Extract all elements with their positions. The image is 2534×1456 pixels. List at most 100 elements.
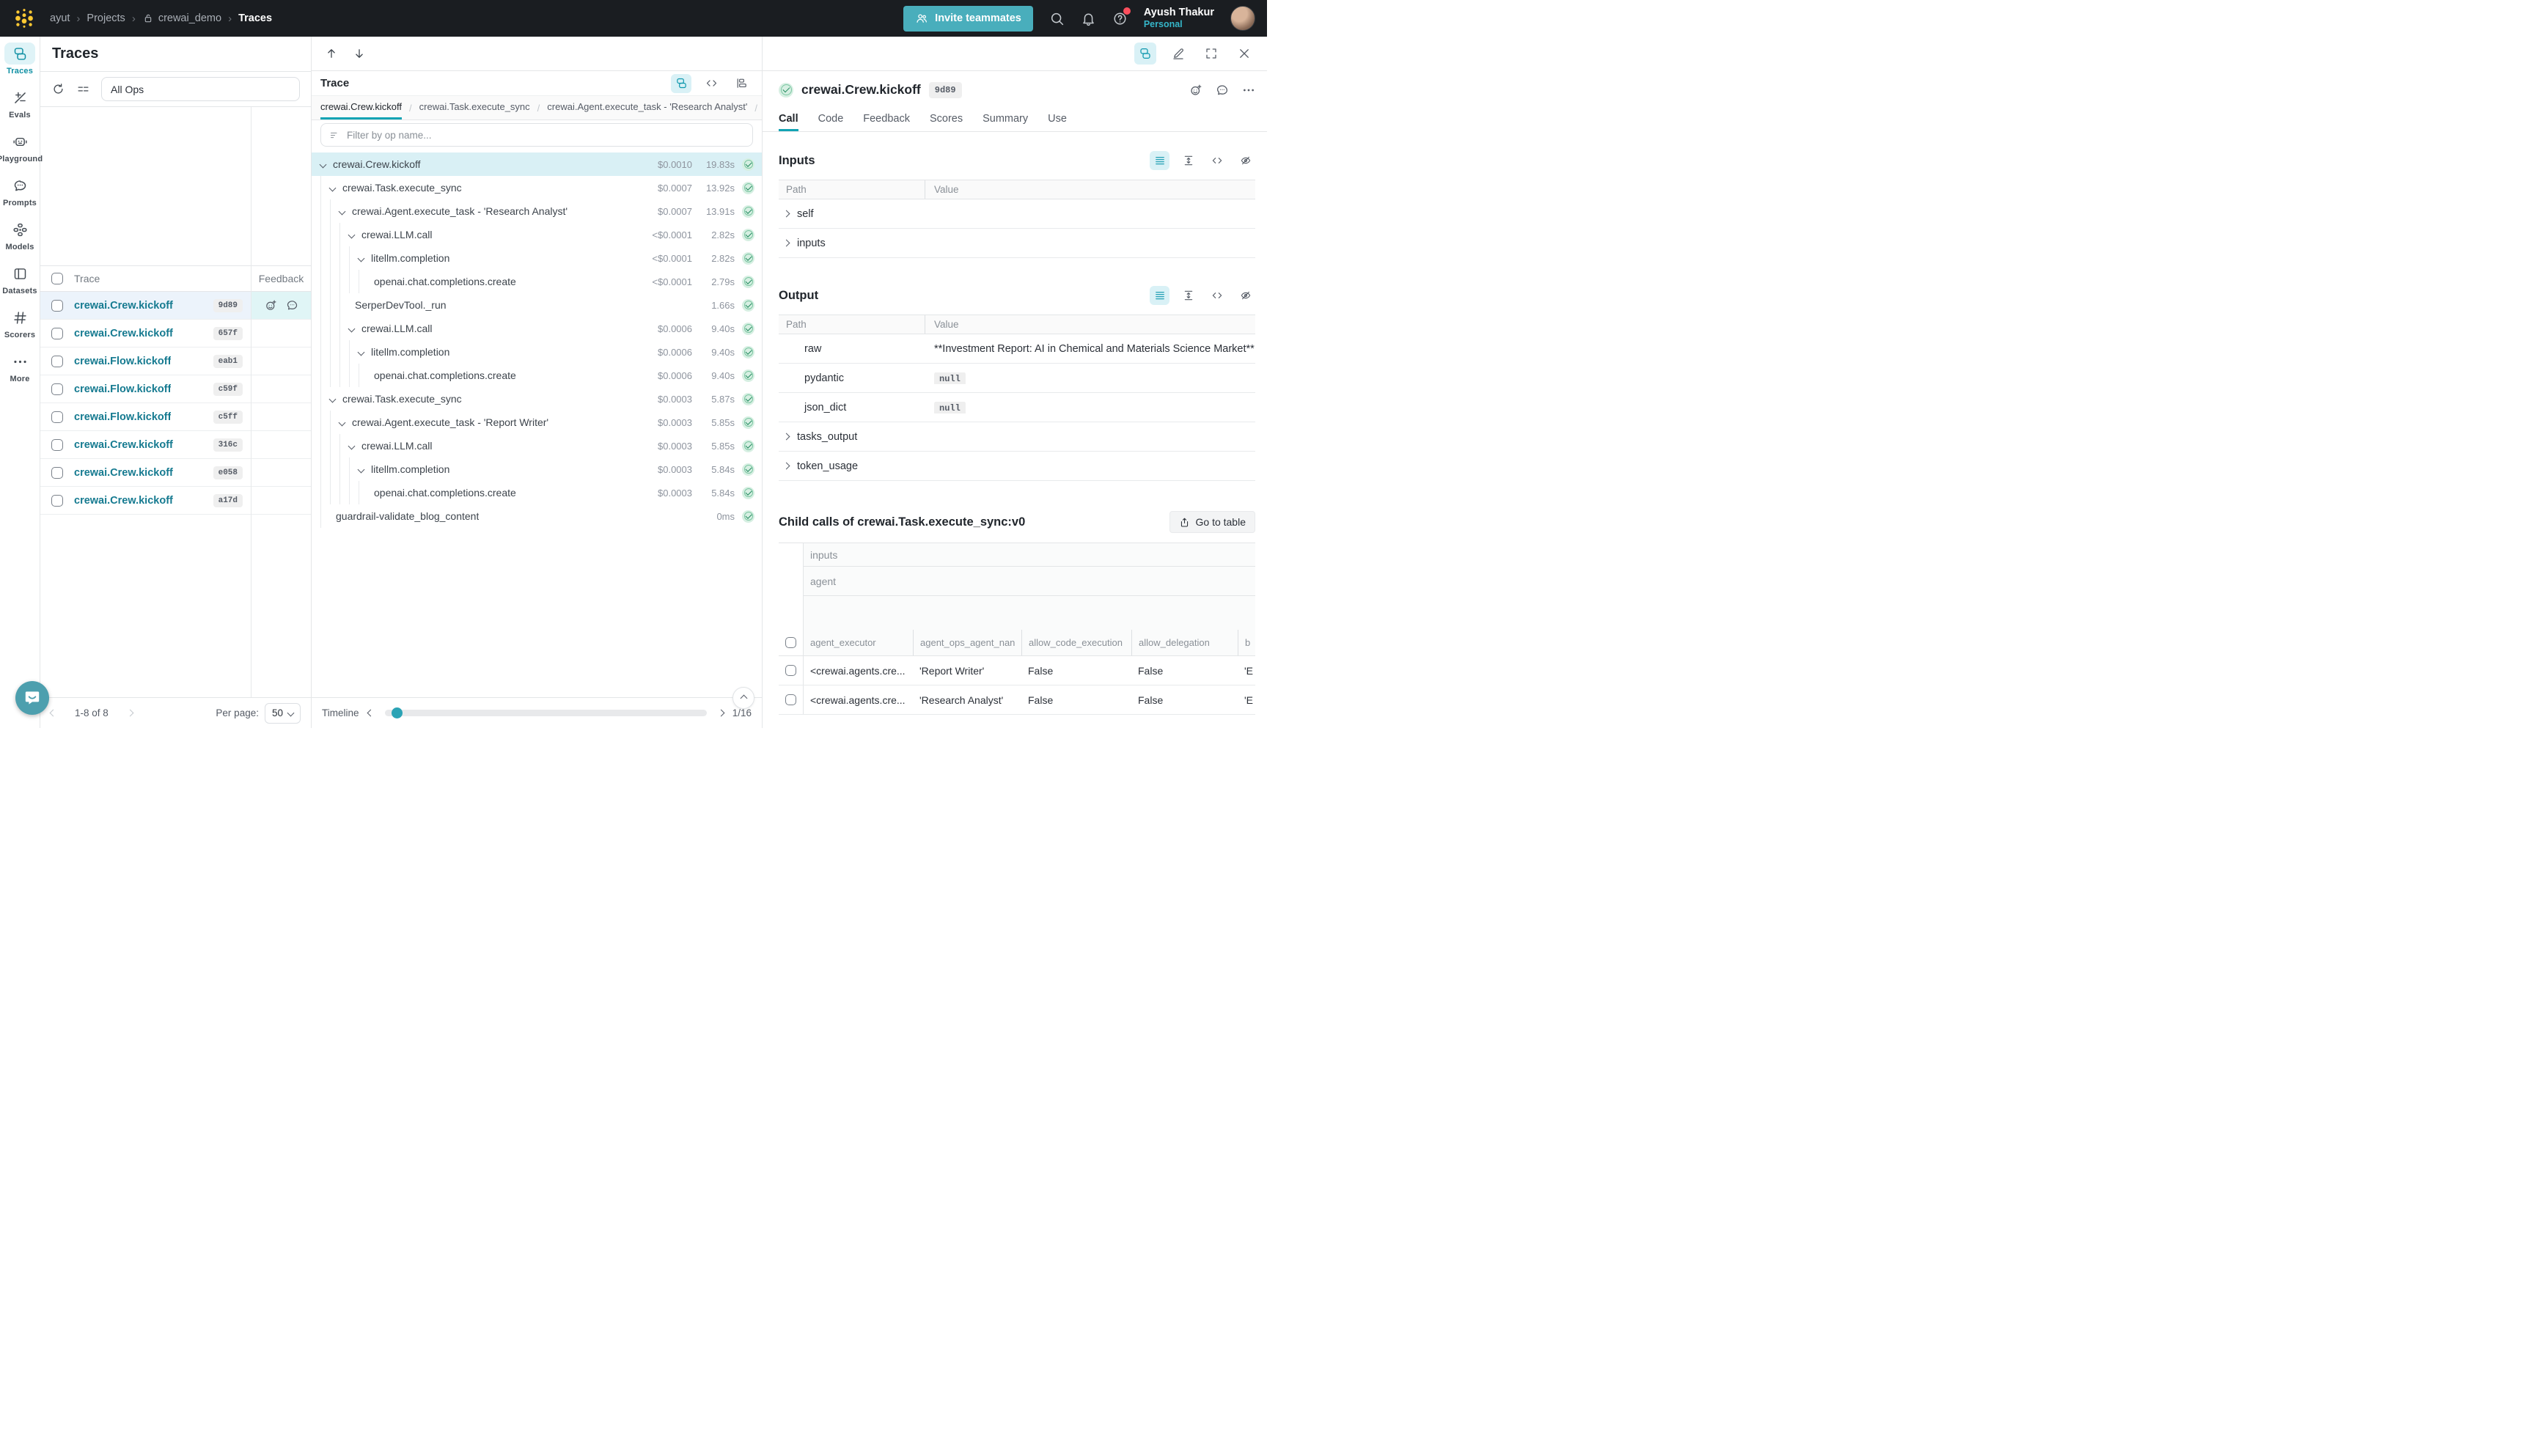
- support-chat-button[interactable]: [15, 681, 49, 715]
- chevron-right-icon[interactable]: [783, 433, 790, 441]
- column-header[interactable]: allow_delegation: [1131, 630, 1238, 655]
- tab-feedback[interactable]: Feedback: [863, 109, 910, 131]
- table-row[interactable]: crewai.Crew.kickoff657f: [40, 320, 311, 348]
- add-reaction-icon[interactable]: [265, 299, 277, 312]
- tab-summary[interactable]: Summary: [983, 109, 1028, 131]
- collapse-toggle[interactable]: [359, 467, 371, 472]
- tree-toggle-button[interactable]: [1134, 43, 1156, 65]
- flame-view-button[interactable]: [731, 74, 752, 93]
- table-row[interactable]: crewai.Flow.kickoffc5ff: [40, 403, 311, 431]
- trace-link[interactable]: crewai.Crew.kickoff: [74, 328, 173, 339]
- breadcrumb-item[interactable]: crewai_demo: [142, 12, 221, 24]
- tab-scores[interactable]: Scores: [930, 109, 963, 131]
- chevron-right-icon[interactable]: [783, 240, 790, 247]
- trace-tree-row[interactable]: openai.chat.completions.create$0.00035.8…: [312, 481, 762, 504]
- collapse-toggle[interactable]: [330, 397, 342, 402]
- collapse-toggle[interactable]: [330, 185, 342, 191]
- go-to-table-button[interactable]: Go to table: [1169, 511, 1256, 533]
- code-view-button[interactable]: [1207, 286, 1227, 305]
- sidebar-item-playground[interactable]: Playground: [0, 130, 40, 163]
- notifications-bell-icon[interactable]: [1081, 11, 1096, 26]
- trace-tree-row[interactable]: crewai.LLM.call$0.00069.40s: [312, 317, 762, 340]
- table-row[interactable]: <crewai.agents.cre...'Report Writer'Fals…: [779, 656, 1255, 685]
- breadcrumb-item[interactable]: Projects: [87, 12, 125, 24]
- arrow-up-icon[interactable]: [325, 47, 338, 60]
- row-checkbox[interactable]: [51, 383, 63, 395]
- ops-filter-dropdown[interactable]: All Ops: [101, 77, 300, 101]
- sidebar-item-datasets[interactable]: Datasets: [0, 262, 40, 295]
- trace-link[interactable]: crewai.Flow.kickoff: [74, 411, 171, 423]
- row-checkbox[interactable]: [51, 356, 63, 367]
- select-all-checkbox[interactable]: [785, 637, 796, 648]
- trace-tree-row[interactable]: crewai.Task.execute_sync$0.00035.87s: [312, 387, 762, 411]
- trace-tree-row[interactable]: openai.chat.completions.create$0.00069.4…: [312, 364, 762, 387]
- trace-tree-row[interactable]: litellm.completion$0.00069.40s: [312, 340, 762, 364]
- trace-tree-row[interactable]: openai.chat.completions.create<$0.00012.…: [312, 270, 762, 293]
- per-page-select[interactable]: 50: [265, 703, 301, 724]
- timeline-prev-icon[interactable]: [367, 710, 374, 717]
- wandb-logo-icon[interactable]: [12, 6, 37, 31]
- collapse-toggle[interactable]: [339, 209, 352, 214]
- breadcrumb-item[interactable]: ayut: [50, 12, 70, 24]
- add-reaction-icon[interactable]: [1189, 84, 1202, 97]
- trace-link[interactable]: crewai.Crew.kickoff: [74, 439, 173, 451]
- fullscreen-button[interactable]: [1200, 43, 1222, 65]
- table-row[interactable]: crewai.Flow.kickoffc59f: [40, 375, 311, 403]
- timeline-slider[interactable]: [385, 710, 707, 716]
- collapse-toggle[interactable]: [349, 326, 361, 331]
- trace-link[interactable]: crewai.Crew.kickoff: [74, 300, 173, 312]
- trace-tree-row[interactable]: crewai.LLM.call$0.00035.85s: [312, 434, 762, 457]
- table-row[interactable]: crewai.Crew.kickoff9d89: [40, 292, 311, 320]
- sidebar-item-more[interactable]: More: [0, 350, 40, 383]
- sidebar-item-models[interactable]: Models: [0, 218, 40, 251]
- more-options-icon[interactable]: [1242, 84, 1255, 97]
- sidebar-item-scorers[interactable]: Scorers: [0, 306, 40, 339]
- collapse-toggle[interactable]: [359, 350, 371, 355]
- trace-crumb-tab[interactable]: crewai.Crew.kickoff: [320, 96, 402, 120]
- comment-icon[interactable]: [286, 299, 298, 312]
- rows-view-button[interactable]: [1150, 151, 1169, 170]
- output-row[interactable]: raw**Investment Report: AI in Chemical a…: [779, 334, 1255, 364]
- trace-tree-row[interactable]: litellm.completion<$0.00012.82s: [312, 246, 762, 270]
- breadcrumb-item[interactable]: Traces: [238, 12, 272, 24]
- trace-tree-row[interactable]: crewai.Agent.execute_task - 'Report Writ…: [312, 411, 762, 434]
- column-header[interactable]: agent_executor: [804, 630, 913, 655]
- sidebar-item-evals[interactable]: Evals: [0, 87, 40, 120]
- rows-view-button[interactable]: [1150, 286, 1169, 305]
- comment-icon[interactable]: [1216, 84, 1229, 97]
- row-checkbox[interactable]: [51, 467, 63, 479]
- sidebar-item-traces[interactable]: Traces: [0, 43, 40, 76]
- collapse-toggle[interactable]: [349, 232, 361, 238]
- search-icon[interactable]: [1049, 11, 1065, 26]
- table-row[interactable]: crewai.Flow.kickoffeab1: [40, 348, 311, 375]
- help-button[interactable]: [1112, 11, 1128, 26]
- trace-tree-row[interactable]: crewai.Task.execute_sync$0.000713.92s: [312, 176, 762, 199]
- tree-view-button[interactable]: [671, 74, 691, 93]
- select-all-checkbox[interactable]: [51, 273, 63, 284]
- column-header[interactable]: agent_ops_agent_nan: [913, 630, 1021, 655]
- trace-tree-row[interactable]: litellm.completion$0.00035.84s: [312, 457, 762, 481]
- refresh-icon[interactable]: [51, 82, 65, 96]
- arrow-down-icon[interactable]: [353, 47, 366, 60]
- code-view-button[interactable]: [701, 74, 721, 93]
- row-checkbox[interactable]: [51, 439, 63, 451]
- trace-link[interactable]: crewai.Flow.kickoff: [74, 356, 171, 367]
- scroll-to-top-button[interactable]: [732, 687, 754, 709]
- input-row[interactable]: self: [779, 199, 1255, 229]
- table-row[interactable]: crewai.Crew.kickoffe058: [40, 459, 311, 487]
- trace-tree-row[interactable]: crewai.Crew.kickoff$0.001019.83s: [312, 152, 762, 176]
- row-checkbox[interactable]: [51, 328, 63, 339]
- table-row[interactable]: <crewai.agents.cre...'Research Analyst'F…: [779, 685, 1255, 715]
- column-header[interactable]: b: [1238, 630, 1255, 655]
- invite-teammates-button[interactable]: Invite teammates: [903, 6, 1033, 32]
- input-row[interactable]: inputs: [779, 229, 1255, 258]
- table-row[interactable]: crewai.Crew.kickoff316c: [40, 431, 311, 459]
- row-checkbox[interactable]: [51, 411, 63, 423]
- trace-tree-row[interactable]: crewai.LLM.call<$0.00012.82s: [312, 223, 762, 246]
- chevron-right-icon[interactable]: [783, 210, 790, 218]
- filter-settings-icon[interactable]: [76, 82, 90, 96]
- sidebar-item-prompts[interactable]: Prompts: [0, 174, 40, 207]
- trace-link[interactable]: crewai.Flow.kickoff: [74, 383, 171, 395]
- chevron-right-icon[interactable]: [783, 463, 790, 470]
- row-checkbox[interactable]: [785, 665, 796, 676]
